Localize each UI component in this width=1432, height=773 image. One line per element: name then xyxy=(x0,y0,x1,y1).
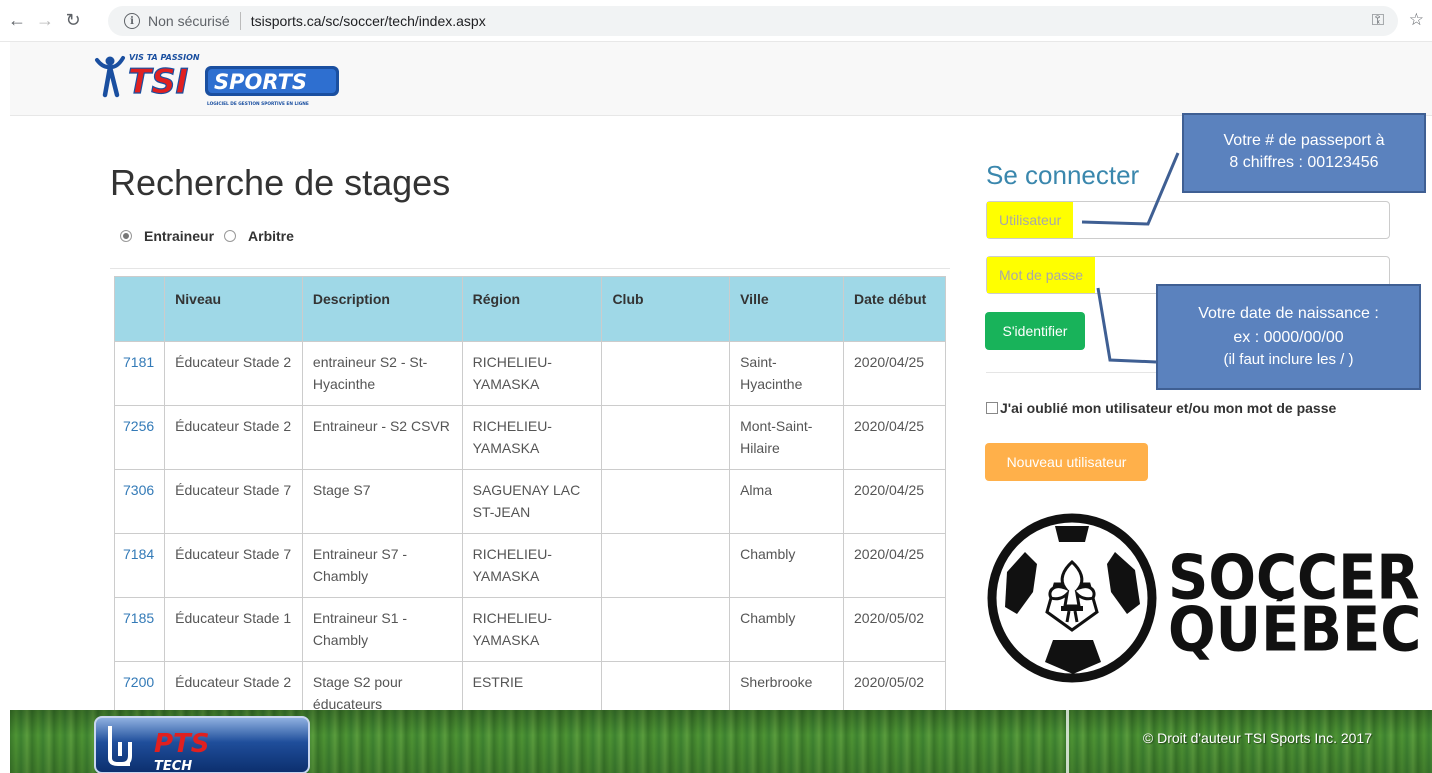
callout1-line1: Votre # de passeport à xyxy=(1223,132,1385,149)
table-row: 7181 Éducateur Stade 2 entraineur S2 - S… xyxy=(113,341,946,406)
stage-id-link[interactable]: 7306 xyxy=(113,469,166,534)
cell-ville: Saint-Hyacinthe xyxy=(729,341,844,406)
birthdate-callout: Votre date de naissance : ex : 0000/00/0… xyxy=(1156,284,1421,390)
cell-niveau: Éducateur Stade 2 xyxy=(164,405,303,470)
logo-main-right: SPORTS xyxy=(214,70,307,94)
forgot-credentials[interactable]: J'ai oublié mon utilisateur et/ou mon mo… xyxy=(986,400,1336,416)
cell-region: RICHELIEU-YAMASKA xyxy=(461,533,603,598)
address-bar[interactable]: i Non sécurisé tsisports.ca/sc/soccer/te… xyxy=(108,6,1398,36)
col-header-club[interactable]: Club xyxy=(601,276,731,342)
cell-club xyxy=(601,533,731,598)
col-header-date[interactable]: Date début xyxy=(843,276,946,342)
col-header-id xyxy=(113,276,166,342)
cell-ville: Chambly xyxy=(729,597,844,662)
key-icon[interactable]: ⚿ xyxy=(1372,12,1384,30)
cell-club xyxy=(601,341,731,406)
field-line xyxy=(1066,710,1069,773)
cell-description: Entraineur S7 - Chambly xyxy=(301,533,463,598)
forgot-checkbox[interactable] xyxy=(986,402,998,414)
callout2-line1: Votre date de naissance : xyxy=(1198,305,1379,322)
cell-niveau: Éducateur Stade 7 xyxy=(164,533,303,598)
forward-arrow-icon[interactable]: → xyxy=(34,10,56,32)
role-radio-group: Entraineur Arbitre xyxy=(120,228,304,244)
address-separator xyxy=(239,12,241,30)
cell-ville: Alma xyxy=(729,469,844,534)
cell-date: 2020/04/25 xyxy=(843,341,946,406)
cell-description: Stage S7 xyxy=(301,469,463,534)
cell-region: RICHELIEU-YAMASKA xyxy=(461,597,603,662)
stage-id-link[interactable]: 7181 xyxy=(113,341,166,406)
password-placeholder: Mot de passe xyxy=(987,257,1096,293)
site-footer: PTS TECH © Droit d'auteur TSI Sports Inc… xyxy=(10,710,1432,773)
page-title: Recherche de stages xyxy=(110,162,451,203)
security-label: Non sécurisé xyxy=(148,13,230,29)
new-user-button[interactable]: Nouveau utilisateur xyxy=(985,443,1148,481)
table-row: 7185 Éducateur Stade 1 Entraineur S1 - C… xyxy=(113,597,946,662)
cell-date: 2020/04/25 xyxy=(843,469,946,534)
radio-entraineur[interactable] xyxy=(120,230,132,242)
table-header-row: Niveau Description Région Club Ville Dat… xyxy=(113,276,946,342)
reload-icon[interactable]: ↻ xyxy=(62,10,84,32)
table-row: 7256 Éducateur Stade 2 Entraineur - S2 C… xyxy=(113,405,946,470)
login-title: Se connecter xyxy=(986,160,1140,190)
passport-callout: Votre # de passeport à 8 chiffres : 0012… xyxy=(1182,113,1426,193)
col-header-description[interactable]: Description xyxy=(301,276,463,342)
username-placeholder: Utilisateur xyxy=(987,202,1074,238)
col-header-niveau[interactable]: Niveau xyxy=(164,276,303,342)
cell-description: Entraineur - S2 CSVR xyxy=(301,405,463,470)
callout2-line2: ex : 0000/00/00 xyxy=(1233,329,1344,346)
cell-club xyxy=(601,597,731,662)
cell-ville: Chambly xyxy=(729,533,844,598)
cell-region: RICHELIEU-YAMASKA xyxy=(461,405,603,470)
bookmark-star-icon[interactable]: ☆ xyxy=(1409,10,1424,30)
radio-entraineur-label[interactable]: Entraineur xyxy=(144,228,214,244)
cell-club xyxy=(601,405,731,470)
table-row: 7184 Éducateur Stade 7 Entraineur S7 - C… xyxy=(113,533,946,598)
cell-club xyxy=(601,469,731,534)
divider xyxy=(110,268,950,269)
cell-date: 2020/04/25 xyxy=(843,533,946,598)
pts-logo-sub: TECH xyxy=(154,759,192,773)
logo-main-left: TSI xyxy=(128,62,188,102)
login-button[interactable]: S'identifier xyxy=(985,312,1085,350)
soccer-quebec-line2: QUÉBEC xyxy=(1168,594,1422,666)
tsi-sports-logo[interactable]: VIS TA PASSION TSI SPORTS LOGICIEL DE GE… xyxy=(93,50,351,108)
stage-id-link[interactable]: 7256 xyxy=(113,405,166,470)
stages-table: Niveau Description Région Club Ville Dat… xyxy=(113,276,946,726)
forgot-label[interactable]: J'ai oublié mon utilisateur et/ou mon mo… xyxy=(1000,400,1336,416)
cell-date: 2020/04/25 xyxy=(843,405,946,470)
copyright-text: © Droit d'auteur TSI Sports Inc. 2017 xyxy=(1142,730,1372,746)
table-row: 7306 Éducateur Stade 7 Stage S7 SAGUENAY… xyxy=(113,469,946,534)
callout2-line3: (il faut inclure les / ) xyxy=(1223,351,1354,368)
pts-logo-text: PTS xyxy=(154,729,210,759)
cell-niveau: Éducateur Stade 2 xyxy=(164,341,303,406)
username-field[interactable]: Utilisateur xyxy=(986,201,1390,239)
back-arrow-icon[interactable]: ← xyxy=(6,10,28,32)
browser-toolbar: ← → ↻ i Non sécurisé tsisports.ca/sc/soc… xyxy=(0,0,1432,42)
radio-arbitre[interactable] xyxy=(224,230,237,242)
site-header: VIS TA PASSION TSI SPORTS LOGICIEL DE GE… xyxy=(10,42,1432,116)
cell-niveau: Éducateur Stade 1 xyxy=(164,597,303,662)
callout1-line2: 8 chiffres : 00123456 xyxy=(1229,154,1379,171)
logo-tagline: VIS TA PASSION xyxy=(129,53,200,62)
cell-description: Entraineur S1 - Chambly xyxy=(301,597,463,662)
pts-tech-logo[interactable]: PTS TECH xyxy=(94,716,310,773)
cell-description: entraineur S2 - St-Hyacinthe xyxy=(301,341,463,406)
cell-region: RICHELIEU-YAMASKA xyxy=(461,341,603,406)
stage-id-link[interactable]: 7185 xyxy=(113,597,166,662)
radio-arbitre-label[interactable]: Arbitre xyxy=(248,228,294,244)
cell-ville: Mont-Saint-Hilaire xyxy=(729,405,844,470)
cell-niveau: Éducateur Stade 7 xyxy=(164,469,303,534)
url-text[interactable]: tsisports.ca/sc/soccer/tech/index.aspx xyxy=(251,13,486,29)
logo-sub: LOGICIEL DE GESTION SPORTIVE EN LIGNE xyxy=(207,101,309,107)
col-header-region[interactable]: Région xyxy=(461,276,603,342)
col-header-ville[interactable]: Ville xyxy=(729,276,844,342)
stage-id-link[interactable]: 7184 xyxy=(113,533,166,598)
cell-date: 2020/05/02 xyxy=(843,597,946,662)
cell-region: SAGUENAY LAC ST-JEAN xyxy=(461,469,603,534)
info-icon[interactable]: i xyxy=(124,13,140,29)
